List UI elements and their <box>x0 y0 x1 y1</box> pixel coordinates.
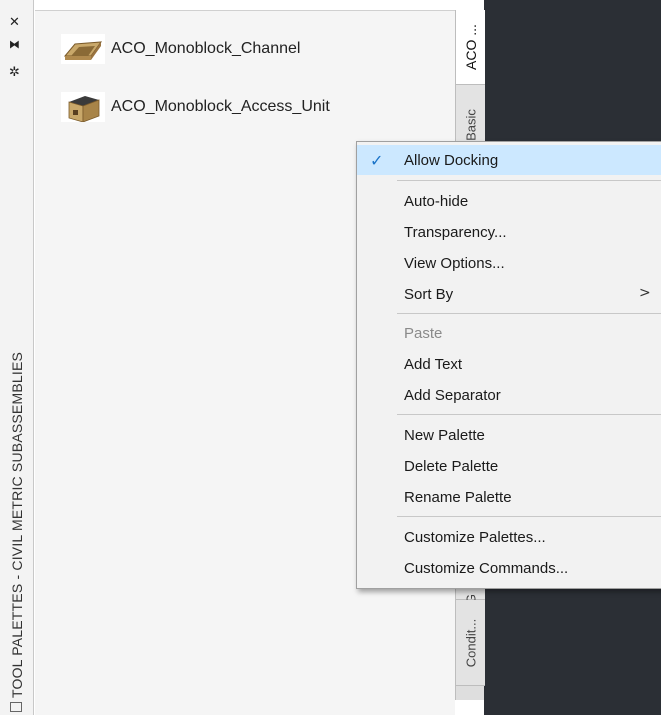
menu-item-auto-hide[interactable]: Auto-hide <box>357 186 661 216</box>
tool-item-channel[interactable]: ACO_Monoblock_Channel <box>61 31 300 67</box>
menu-item-transparency[interactable]: Transparency... <box>357 217 661 247</box>
tab-aco[interactable]: ACO ... <box>456 10 485 85</box>
menu-item-label: Add Text <box>404 356 463 373</box>
menu-item-customize-commands[interactable]: Customize Commands... <box>357 553 661 583</box>
pin-icon[interactable]: ⧓ <box>9 38 20 52</box>
menu-item-label: Auto-hide <box>404 193 469 210</box>
properties-icon[interactable] <box>10 702 22 712</box>
tab-conditional[interactable]: Condit... <box>456 600 485 686</box>
menu-item-paste[interactable]: Paste <box>357 318 661 348</box>
channel-thumbnail-icon <box>61 34 105 64</box>
menu-item-label: Customize Commands... <box>404 560 569 577</box>
menu-separator <box>397 414 661 415</box>
menu-item-label: Allow Docking <box>404 152 499 169</box>
tab-label: Basic <box>463 108 478 141</box>
menu-item-label: View Options... <box>404 255 505 272</box>
menu-item-sort-by[interactable]: Sort By > <box>357 279 661 309</box>
close-icon[interactable]: ✕ <box>9 16 20 30</box>
menu-item-label: Add Separator <box>404 387 501 404</box>
menu-item-label: New Palette <box>404 427 485 444</box>
menu-item-add-text[interactable]: Add Text <box>357 349 661 379</box>
menu-item-add-separator[interactable]: Add Separator <box>357 380 661 410</box>
menu-item-view-options[interactable]: View Options... <box>357 248 661 278</box>
tab-label: Condit... <box>463 618 478 667</box>
access-unit-thumbnail-icon <box>61 92 105 122</box>
palette-title-bar[interactable]: ✕ ⧓ ✲ TOOL PALETTES - CIVIL METRIC SUBAS… <box>0 0 34 715</box>
menu-item-new-palette[interactable]: New Palette <box>357 420 661 450</box>
menu-item-label: Paste <box>404 325 443 342</box>
menu-item-label: Transparency... <box>404 224 507 241</box>
gear-icon[interactable]: ✲ <box>9 66 20 80</box>
tool-item-label: ACO_Monoblock_Channel <box>111 40 301 57</box>
tool-item-label: ACO_Monoblock_Access_Unit <box>111 98 330 115</box>
palette-title: TOOL PALETTES - CIVIL METRIC SUBASSEMBLI… <box>9 351 25 699</box>
menu-item-delete-palette[interactable]: Delete Palette <box>357 451 661 481</box>
menu-item-allow-docking[interactable]: ✓ Allow Docking <box>357 145 661 175</box>
tool-item-access-unit[interactable]: ACO_Monoblock_Access_Unit <box>61 89 330 125</box>
chevron-right-icon: > <box>639 285 651 301</box>
context-menu: ✓ Allow Docking Auto-hide Transparency..… <box>356 141 661 589</box>
menu-separator <box>397 180 661 181</box>
menu-item-label: Sort By <box>404 286 454 303</box>
menu-item-label: Delete Palette <box>404 458 499 475</box>
menu-item-customize-palettes[interactable]: Customize Palettes... <box>357 522 661 552</box>
check-icon: ✓ <box>370 151 384 170</box>
menu-item-label: Rename Palette <box>404 489 512 506</box>
tab-label: ACO ... <box>462 24 479 70</box>
menu-item-rename-palette[interactable]: Rename Palette <box>357 482 661 512</box>
menu-separator <box>397 516 661 517</box>
menu-separator <box>397 313 661 314</box>
menu-item-label: Customize Palettes... <box>404 529 546 546</box>
